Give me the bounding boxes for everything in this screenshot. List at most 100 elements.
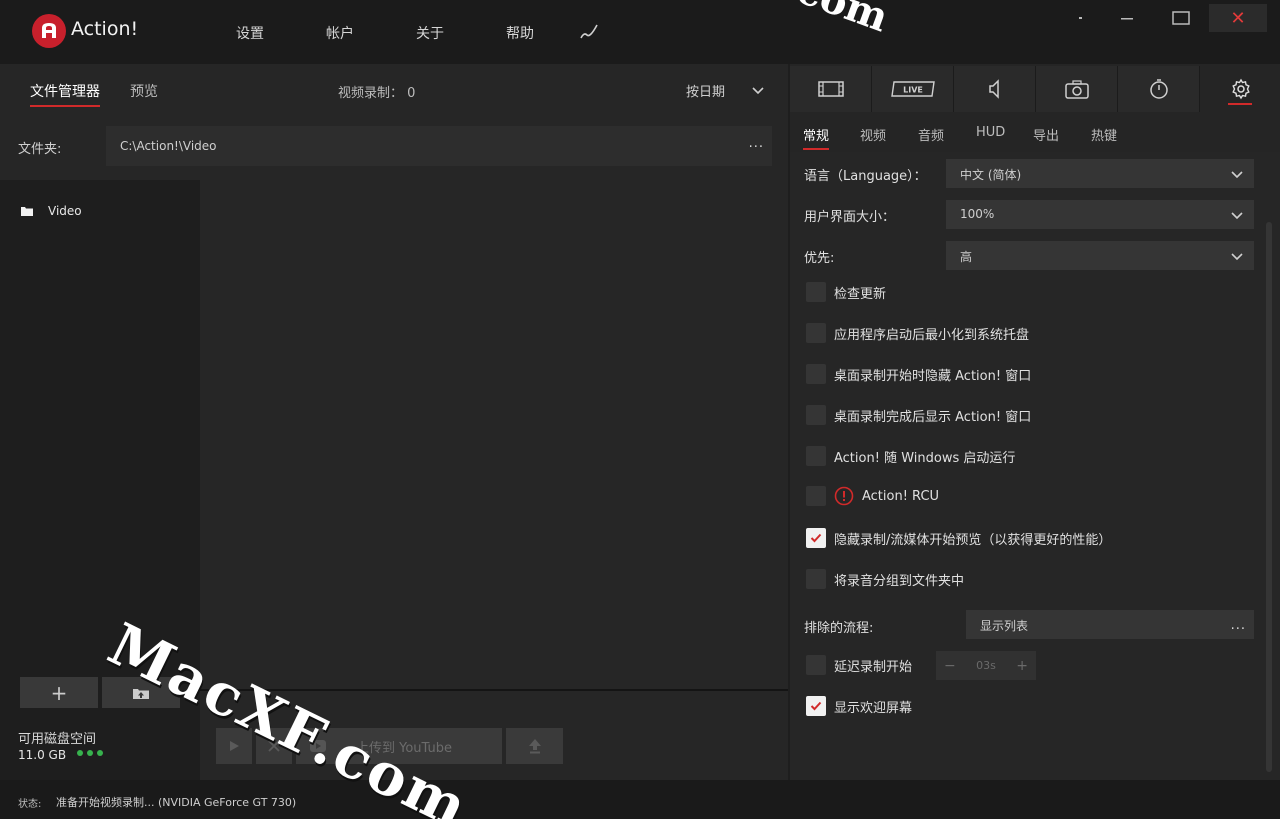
stepper-minus-button[interactable]: −: [944, 658, 956, 674]
tab-settings[interactable]: [1200, 66, 1280, 112]
status-label: 状态:: [18, 799, 42, 810]
chevron-down-icon: [1231, 171, 1243, 179]
status-bar: 状态: 准备开始视频录制... (NVIDIA GeForce GT 730): [0, 780, 1280, 819]
film-icon: [817, 81, 844, 97]
checkmark-icon: [810, 701, 822, 711]
hide-preview-option: 隐藏录制/流媒体开始预览（以获得更好的性能）: [806, 528, 1111, 548]
start-with-windows-option: Action! 随 Windows 启动运行: [806, 446, 1015, 466]
divider: [200, 689, 788, 691]
chevron-down-icon[interactable]: [751, 83, 765, 97]
folder-path-field[interactable]: C:\Action!\Video ...: [106, 126, 772, 166]
language-value: 中文 (简体): [960, 168, 1022, 182]
upload-youtube-button[interactable]: 上传到 YouTube: [296, 728, 502, 764]
tree-item-label: Video: [48, 204, 82, 218]
checkmark-icon: [810, 533, 822, 543]
group-recordings-option: 将录音分组到文件夹中: [806, 569, 964, 589]
general-settings: 语言（Language）： 中文 (简体) 用户界面大小： 100% 优先: 高…: [790, 152, 1280, 780]
upload-youtube-label: 上传到 YouTube: [356, 740, 452, 756]
menu-help[interactable]: 帮助: [506, 23, 534, 43]
priority-select[interactable]: 高: [946, 241, 1254, 270]
browse-folder-button[interactable]: ...: [749, 136, 764, 151]
upload-button[interactable]: [506, 728, 563, 764]
sort-by-date-dropdown[interactable]: 按日期: [686, 81, 725, 100]
delay-stepper: − 03s +: [936, 651, 1036, 680]
checkbox-label: Action! 随 Windows 启动运行: [834, 450, 1016, 466]
hide-preview-checkbox[interactable]: [806, 528, 826, 548]
title-bar: Action! 设置 帐户 关于 帮助 ✕: [0, 0, 1280, 64]
subtab-hud[interactable]: HUD: [976, 125, 1005, 140]
speaker-icon: [988, 79, 999, 99]
checkbox-label: 将录音分组到文件夹中: [834, 573, 965, 589]
menu-settings[interactable]: 设置: [236, 23, 264, 43]
group-recordings-checkbox[interactable]: [806, 569, 826, 589]
app-title: Action!: [71, 18, 139, 40]
settings-panel-container: LIVE 常规 视频 音频 HUD 导出 热键 语言（Language）： 中文…: [790, 64, 1280, 780]
rcu-option: Action! RCU: [806, 486, 939, 506]
play-icon: [230, 741, 239, 751]
minimize-to-tray-button[interactable]: [1068, 4, 1094, 32]
maximize-button[interactable]: [1166, 4, 1196, 32]
warning-icon[interactable]: [834, 486, 854, 506]
open-folder-button[interactable]: [102, 677, 180, 708]
disk-status-indicator: [77, 750, 103, 756]
subtab-hotkeys[interactable]: 热键: [1091, 125, 1117, 144]
folder-icon: [21, 207, 33, 216]
checkbox-label: 桌面录制开始时隐藏 Action! 窗口: [834, 368, 1032, 384]
subtab-audio[interactable]: 音频: [918, 125, 944, 144]
language-label: 语言（Language）：: [804, 169, 927, 184]
tab-live-streaming[interactable]: LIVE: [872, 66, 953, 112]
folder-label: 文件夹:: [18, 142, 62, 157]
camera-icon: [1064, 80, 1089, 99]
subtab-video[interactable]: 视频: [860, 125, 886, 144]
subtab-export[interactable]: 导出: [1033, 125, 1059, 144]
menu-about[interactable]: 关于: [416, 23, 444, 43]
excluded-processes-field[interactable]: 显示列表 ...: [966, 610, 1254, 639]
menu-account[interactable]: 帐户: [326, 23, 354, 43]
show-welcome-checkbox[interactable]: [806, 696, 826, 716]
open-folder-icon: [133, 688, 149, 699]
stepper-plus-button[interactable]: +: [1016, 658, 1028, 674]
start-with-windows-checkbox[interactable]: [806, 446, 826, 466]
play-button[interactable]: [216, 728, 252, 764]
recording-count: 0: [407, 86, 416, 101]
tree-item-video[interactable]: Video: [20, 204, 82, 218]
ui-size-select[interactable]: 100%: [946, 200, 1254, 229]
tab-video-recording[interactable]: [790, 66, 871, 112]
minimize-button[interactable]: [1112, 4, 1142, 32]
priority-label: 优先:: [804, 251, 835, 266]
excluded-processes-label: 排除的流程:: [804, 621, 874, 636]
file-list-area[interactable]: [200, 180, 788, 692]
tab-timer[interactable]: [1118, 66, 1199, 112]
plus-icon: +: [50, 680, 68, 705]
delay-recording-checkbox[interactable]: [806, 655, 826, 675]
check-updates-option: 检查更新: [806, 282, 886, 302]
close-button[interactable]: ✕: [1209, 4, 1267, 32]
upload-icon: [528, 739, 541, 754]
ui-size-value: 100%: [960, 207, 995, 221]
tab-screenshot[interactable]: [1036, 66, 1117, 112]
excluded-processes-browse[interactable]: ...: [1231, 618, 1246, 633]
show-window-after-record-option: 桌面录制完成后显示 Action! 窗口: [806, 405, 1031, 425]
delete-button[interactable]: [256, 728, 292, 764]
excluded-processes-value: 显示列表: [980, 619, 1029, 633]
pen-icon[interactable]: [578, 20, 600, 42]
tab-audio[interactable]: [954, 66, 1035, 112]
settings-scrollbar[interactable]: [1266, 222, 1272, 772]
rcu-checkbox[interactable]: [806, 486, 826, 506]
tab-preview[interactable]: 预览: [130, 81, 158, 101]
recording-label: 视频录制：: [338, 86, 404, 101]
video-recording-count: 视频录制： 0: [338, 82, 415, 101]
ui-size-label: 用户界面大小：: [804, 210, 896, 225]
settings-icon-bar: LIVE: [790, 66, 1280, 112]
show-window-after-record-checkbox[interactable]: [806, 405, 826, 425]
delete-x-icon: [268, 740, 280, 752]
minimize-to-tray-checkbox[interactable]: [806, 323, 826, 343]
tab-file-manager[interactable]: 文件管理器: [30, 81, 100, 107]
add-folder-button[interactable]: +: [20, 677, 98, 708]
language-select[interactable]: 中文 (简体): [946, 159, 1254, 188]
delay-value[interactable]: 03s: [976, 659, 996, 672]
folder-path: C:\Action!\Video: [120, 139, 217, 153]
check-updates-checkbox[interactable]: [806, 282, 826, 302]
hide-window-on-record-checkbox[interactable]: [806, 364, 826, 384]
subtab-general[interactable]: 常规: [803, 125, 830, 150]
